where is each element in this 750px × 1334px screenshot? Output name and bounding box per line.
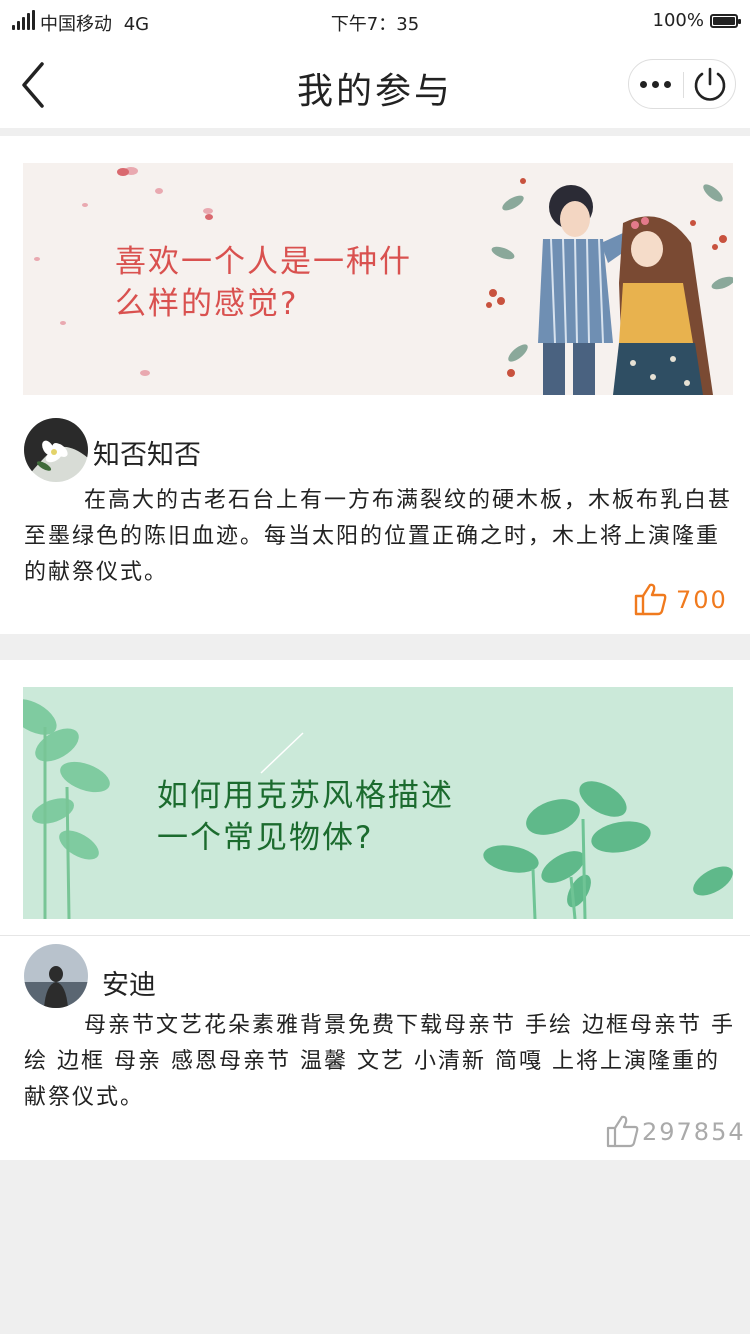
divider [0,935,750,936]
battery-percent: 100% [652,10,704,31]
more-dot [652,81,659,88]
status-time: 下午7：35 [330,14,420,35]
thumbs-up-icon [634,583,667,616]
banner-title-line: 如何用克苏风格描述 [157,778,454,814]
banner-title-line: 么样的感觉? [115,286,299,322]
post-banner[interactable]: 喜欢一个人是一种什 么样的感觉? [23,163,733,395]
more-dots-icon [640,81,647,88]
author-name[interactable]: 安迪 [102,963,156,1002]
like-button[interactable]: 297854 [606,1112,744,1152]
avatar[interactable] [24,418,88,482]
post-banner[interactable]: 如何用克苏风格描述 一个常见物体? [23,687,733,919]
post-body: 母亲节文艺花朵素雅背景免费下载母亲节 手绘 边框母亲节 手绘 边框 母亲 感恩母… [24,1013,735,1110]
author-name[interactable]: 知否知否 [93,433,201,472]
banner-title: 如何用克苏风格描述 一个常见物体? [157,775,454,859]
avatar-image [24,944,88,1008]
avatar[interactable] [24,944,88,1008]
post-card[interactable]: 喜欢一个人是一种什 么样的感觉? 知否知否 在高大的古老石台上有一方布满裂纹的硬… [0,136,750,634]
banner-title: 喜欢一个人是一种什 么样的感觉? [115,241,412,325]
like-count: 700 [676,586,728,614]
like-count: 297854 [642,1118,746,1146]
mini-program-capsule [628,59,736,109]
nav-bar: 我的参与 [0,42,750,128]
like-button[interactable]: 700 [634,580,734,620]
status-bar: 中国移动 4G 下午7：35 100% [0,0,750,42]
power-icon [694,67,726,101]
avatar-image [24,418,88,482]
capsule-divider [683,72,684,98]
close-button[interactable] [685,60,735,108]
banner-title-line: 喜欢一个人是一种什 [115,244,412,280]
post-card[interactable]: 如何用克苏风格描述 一个常见物体? 安迪 母亲节文艺花朵素雅背景免费下载母亲节 … [0,660,750,1160]
post-body: 在高大的古老石台上有一方布满裂纹的硬木板，木板布乳白甚至墨绿色的陈旧血迹。每当太… [24,488,733,585]
banner-title-line: 一个常见物体? [157,820,374,856]
more-button[interactable] [629,60,683,108]
more-dot [664,81,671,88]
thumbs-up-icon [606,1115,639,1148]
battery-icon [710,14,741,28]
